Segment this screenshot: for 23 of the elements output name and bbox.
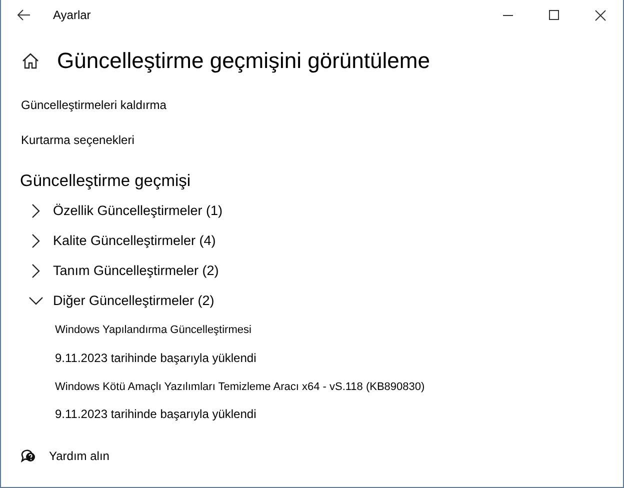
chevron-right-icon bbox=[32, 204, 40, 218]
section-heading: Güncelleştirme geçmişi bbox=[19, 172, 192, 192]
back-arrow-icon bbox=[17, 9, 31, 21]
settings-link[interactable]: Kurtarma seçenekleri bbox=[21, 131, 134, 150]
update-status: 9.11.2023 tarihinde başarıyla yüklendi bbox=[55, 406, 256, 424]
chevron-down-icon bbox=[29, 297, 43, 306]
update-name: Windows Yapılandırma Güncelleştirmesi bbox=[55, 323, 252, 338]
update-category-toggle[interactable]: Kalite Güncelleştirmeler (4) bbox=[29, 226, 216, 256]
home-icon[interactable] bbox=[22, 53, 39, 70]
close-icon bbox=[594, 10, 606, 20]
chevron-right-icon bbox=[32, 264, 40, 278]
update-category-toggle[interactable]: Tanım Güncelleştirmeler (2) bbox=[29, 256, 219, 286]
help-link[interactable]: Yardım alın bbox=[49, 447, 110, 466]
update-status: 9.11.2023 tarihinde başarıyla yüklendi bbox=[55, 350, 256, 367]
help-chat-icon bbox=[21, 449, 36, 464]
update-name: Windows Kötü Amaçlı Yazılımları Temizleme Aracı x64 - vS.118 (KB890830) bbox=[55, 380, 425, 395]
update-category-toggle[interactable]: Özellik Güncelleştirmeler (1) bbox=[29, 196, 223, 226]
maximize-icon bbox=[548, 10, 560, 20]
chevron-right-icon bbox=[32, 234, 40, 248]
page-title: Güncelleştirme geçmişini görüntüleme bbox=[57, 48, 430, 74]
settings-link[interactable]: Güncelleştirmeleri kaldırma bbox=[21, 96, 166, 114]
window-title: Ayarlar bbox=[53, 7, 91, 24]
update-category-toggle[interactable]: Diğer Güncelleştirmeler (2) bbox=[29, 286, 214, 316]
